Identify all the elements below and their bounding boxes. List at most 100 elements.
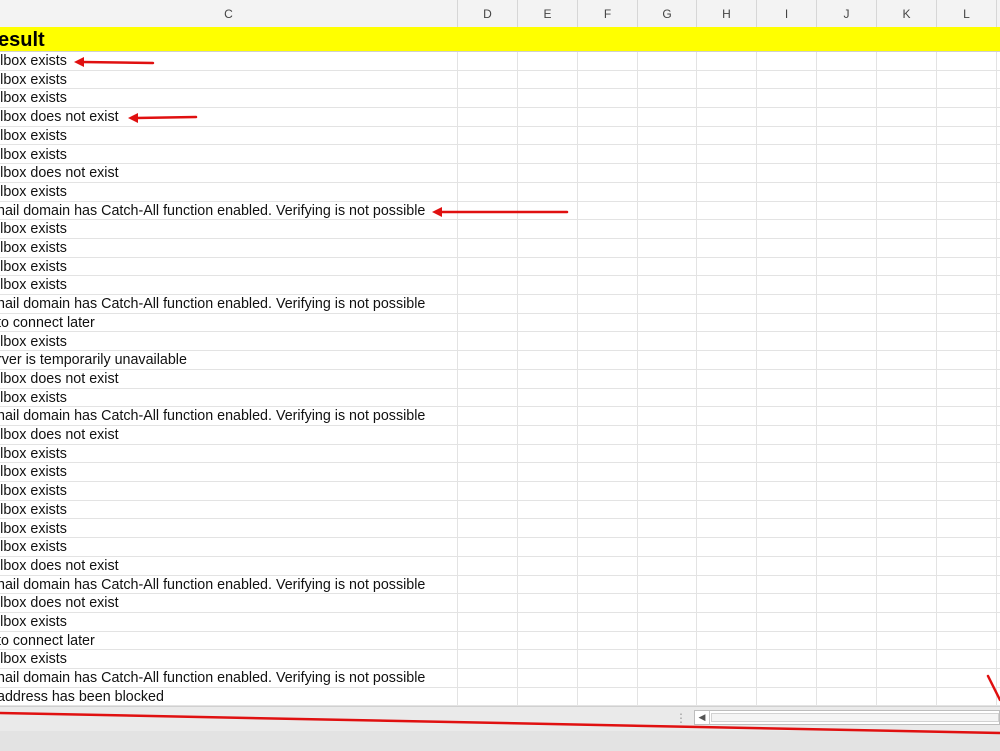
table-row[interactable]: ilbox exists [0,220,1000,239]
result-cell[interactable]: rver is temporarily unavailable [0,351,187,370]
gridline [517,52,518,706]
table-row[interactable]: ilbox exists [0,146,1000,165]
result-cell[interactable]: ilbox exists [0,613,67,632]
result-cell[interactable]: ilbox exists [0,183,67,202]
column-header-c[interactable]: C [0,0,458,27]
table-row[interactable]: nail domain has Catch-All function enabl… [0,576,1000,595]
table-row[interactable]: ilbox exists [0,520,1000,539]
result-cell[interactable]: ilbox exists [0,127,67,146]
table-row[interactable]: ilbox does not exist [0,594,1000,613]
table-row[interactable]: ilbox exists [0,613,1000,632]
result-cell[interactable]: ilbox exists [0,482,67,501]
gridline [816,52,817,706]
table-row[interactable]: address has been blocked [0,688,1000,706]
table-row[interactable]: ilbox exists [0,71,1000,90]
table-row[interactable]: ilbox exists [0,501,1000,520]
result-cell[interactable]: address has been blocked [0,688,164,706]
result-cell[interactable]: ilbox does not exist [0,370,119,389]
table-row[interactable]: nail domain has Catch-All function enabl… [0,669,1000,688]
result-cell[interactable]: ilbox exists [0,520,67,539]
table-row[interactable]: ilbox exists [0,52,1000,71]
result-cell[interactable]: ilbox exists [0,220,67,239]
table-row[interactable]: ilbox exists [0,482,1000,501]
column-header-l[interactable]: L [937,0,997,27]
column-header-h[interactable]: H [697,0,757,27]
table-row[interactable]: ilbox exists [0,333,1000,352]
table-row[interactable]: ilbox exists [0,389,1000,408]
result-cell[interactable]: ilbox exists [0,52,67,71]
result-cell[interactable]: ilbox exists [0,239,67,258]
result-cell[interactable]: ilbox exists [0,538,67,557]
table-row[interactable]: ilbox exists [0,239,1000,258]
result-header-text: esult [0,29,45,51]
table-row[interactable]: nail domain has Catch-All function enabl… [0,295,1000,314]
table-row[interactable]: ilbox exists [0,538,1000,557]
column-header-f[interactable]: F [578,0,638,27]
table-row[interactable]: ilbox does not exist [0,370,1000,389]
result-cell[interactable]: ilbox exists [0,276,67,295]
column-header-i[interactable]: I [757,0,817,27]
gridline [696,52,697,706]
result-cell[interactable]: ilbox exists [0,445,67,464]
column-header-j[interactable]: J [817,0,877,27]
gridline [936,52,937,706]
table-row[interactable]: to connect later [0,314,1000,333]
result-cell[interactable]: nail domain has Catch-All function enabl… [0,407,425,426]
gridline [577,52,578,706]
result-cell[interactable]: nail domain has Catch-All function enabl… [0,202,425,221]
table-row[interactable]: nail domain has Catch-All function enabl… [0,202,1000,221]
column-header-row: C D E F G H I J K L [0,0,1000,28]
sheet-bottom-bar: ⋮ ◀ [0,706,1000,751]
gridline [457,52,458,706]
result-cell[interactable]: nail domain has Catch-All function enabl… [0,669,425,688]
status-strip [0,731,1000,751]
result-cell[interactable]: to connect later [0,632,95,651]
table-row[interactable]: ilbox does not exist [0,164,1000,183]
scroll-thumb[interactable] [711,713,999,722]
column-header-g[interactable]: G [638,0,697,27]
result-cell[interactable]: ilbox exists [0,258,67,277]
result-cell[interactable]: ilbox exists [0,501,67,520]
gridline [637,52,638,706]
split-grip-icon[interactable]: ⋮ [675,711,687,725]
table-row[interactable]: nail domain has Catch-All function enabl… [0,407,1000,426]
result-cell[interactable]: ilbox exists [0,463,67,482]
table-row[interactable]: ilbox does not exist [0,557,1000,576]
table-row[interactable]: ilbox does not exist [0,108,1000,127]
table-row[interactable]: ilbox exists [0,89,1000,109]
result-cell[interactable]: nail domain has Catch-All function enabl… [0,576,425,595]
result-cell[interactable]: nail domain has Catch-All function enabl… [0,295,425,314]
result-cell[interactable]: ilbox exists [0,89,67,108]
column-header-k[interactable]: K [877,0,937,27]
result-cell[interactable]: ilbox does not exist [0,164,119,183]
result-header-cell[interactable]: esult [0,27,1000,52]
result-cell[interactable]: ilbox does not exist [0,108,119,127]
table-row[interactable]: ilbox exists [0,183,1000,202]
result-cell[interactable]: to connect later [0,314,95,333]
table-row[interactable]: ilbox exists [0,127,1000,146]
column-header-d[interactable]: D [458,0,518,27]
result-cell[interactable]: ilbox does not exist [0,426,119,445]
gridline [996,52,997,706]
result-cell[interactable]: ilbox exists [0,389,67,408]
table-row[interactable]: ilbox exists [0,276,1000,296]
table-row[interactable]: rver is temporarily unavailable [0,351,1000,370]
scroll-left-icon[interactable]: ◀ [695,711,710,724]
table-row[interactable]: ilbox exists [0,445,1000,464]
gridline [876,52,877,706]
table-row[interactable]: ilbox exists [0,650,1000,670]
cell-grid[interactable]: address has been blocked nail domain has … [0,52,1000,706]
table-row[interactable]: to connect later [0,632,1000,651]
result-cell[interactable]: ilbox does not exist [0,557,119,576]
result-cell[interactable]: ilbox exists [0,333,67,352]
table-row[interactable]: ilbox does not exist [0,426,1000,445]
horizontal-scrollbar[interactable]: ◀ [694,710,1000,725]
column-header-e[interactable]: E [518,0,578,27]
result-cell[interactable]: ilbox exists [0,146,67,165]
result-cell[interactable]: ilbox does not exist [0,594,119,613]
gridline [756,52,757,706]
result-cell[interactable]: ilbox exists [0,650,67,669]
table-row[interactable]: ilbox exists [0,463,1000,483]
table-row[interactable]: ilbox exists [0,258,1000,277]
result-cell[interactable]: ilbox exists [0,71,67,90]
